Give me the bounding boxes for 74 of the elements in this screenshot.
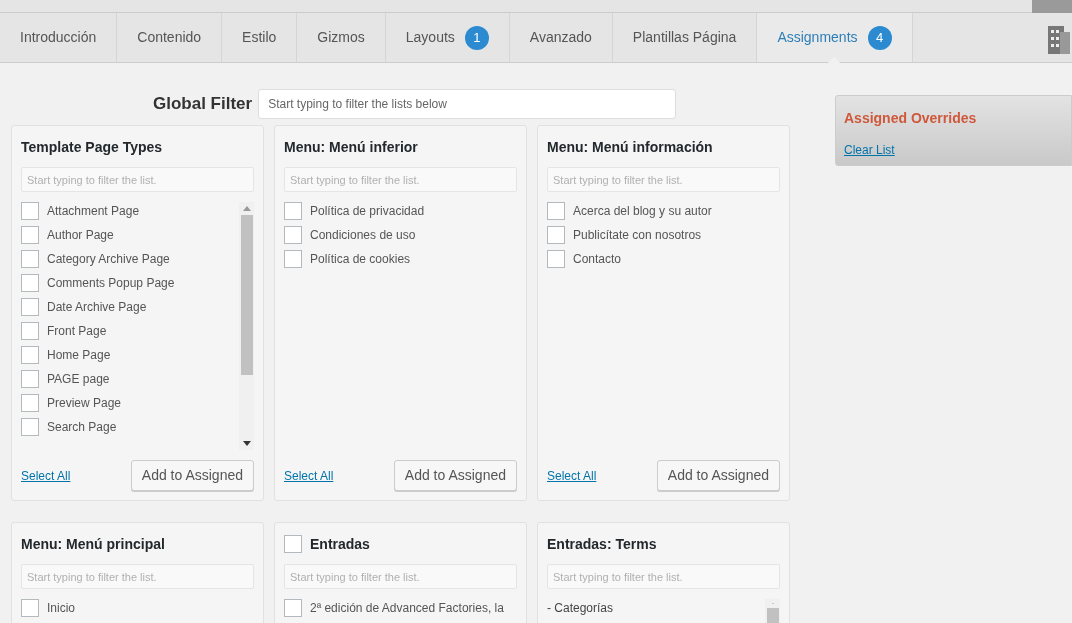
checkbox[interactable] (21, 226, 39, 244)
option-label: Preview Page (47, 395, 122, 412)
checkbox[interactable] (284, 535, 302, 553)
checkbox[interactable] (284, 226, 302, 244)
select-all-link[interactable]: Select All (547, 466, 597, 485)
option-label: Date Archive Page (47, 299, 147, 316)
global-filter-label: Global Filter (153, 93, 253, 116)
add-to-assigned-button[interactable]: Add to Assigned (130, 460, 254, 491)
tab[interactable]: Gizmos (297, 13, 386, 62)
checkbox[interactable] (21, 298, 39, 316)
panel-title: Menu: Menú inferior (284, 137, 418, 157)
filter-field[interactable]: Start typing to filter the list. (284, 564, 517, 589)
filter-field[interactable]: Start typing to filter the list. (547, 564, 780, 589)
option-label: Search Page (47, 419, 117, 436)
checkbox[interactable] (284, 599, 302, 617)
count-badge: 4 (867, 25, 892, 50)
scrollbar[interactable] (239, 202, 254, 450)
select-all-link[interactable]: Select All (284, 466, 334, 485)
option-label: Contacto (573, 251, 622, 268)
group-label: - Categorías (547, 600, 615, 617)
option-label: Política de privacidad (310, 203, 425, 220)
checkbox[interactable] (547, 226, 565, 244)
checkbox[interactable] (21, 370, 39, 388)
checkbox[interactable] (21, 346, 39, 364)
checkbox[interactable] (21, 394, 39, 412)
option-label: Front Page (47, 323, 107, 340)
tab[interactable]: Estilo (222, 13, 298, 62)
clear-list-link[interactable]: Clear List (844, 141, 895, 159)
option-label: PAGE page (47, 371, 110, 388)
option-label: Inicio (47, 600, 75, 617)
panel-title: Menu: Menú información (547, 137, 713, 157)
checkbox[interactable] (21, 274, 39, 292)
tab[interactable]: Assignments 4 (757, 13, 913, 62)
checkbox[interactable] (547, 202, 565, 220)
option-label: Author Page (47, 227, 114, 244)
checkbox[interactable] (21, 418, 39, 436)
checkbox[interactable] (21, 599, 39, 617)
panel-title: Assigned Overrides (844, 109, 978, 128)
global-filter-field[interactable]: Start typing to filter the lists below (258, 89, 677, 119)
select-all-link[interactable]: Select All (21, 466, 71, 485)
panel-title: Template Page Types (21, 137, 163, 157)
option-label: Condiciones de uso (310, 227, 416, 244)
panel-title: Entradas: Terms (547, 534, 657, 554)
count-badge: 1 (464, 25, 489, 50)
option-label: Home Page (47, 347, 111, 364)
filter-field[interactable]: Start typing to filter the list. (284, 167, 517, 192)
toolbar-strip (1032, 0, 1072, 13)
panel-title: Entradas (310, 534, 370, 554)
filter-field[interactable]: Start typing to filter the list. (547, 167, 780, 192)
checkbox[interactable] (284, 250, 302, 268)
checkbox[interactable] (21, 322, 39, 340)
option-label: 2ª edición de Advanced Factories, la (310, 600, 504, 617)
checkbox[interactable] (21, 250, 39, 268)
checkbox[interactable] (547, 250, 565, 268)
checkbox[interactable] (284, 202, 302, 220)
option-label: Publicítate con nosotros (573, 227, 702, 244)
scrollbar-thumb[interactable] (240, 215, 253, 375)
add-to-assigned-button[interactable]: Add to Assigned (656, 460, 780, 491)
scroll-up-icon[interactable] (242, 206, 251, 211)
tab[interactable]: Avanzado (509, 13, 613, 62)
tab[interactable]: Contenido (117, 13, 223, 62)
add-to-assigned-button[interactable]: Add to Assigned (393, 460, 517, 491)
option-label: Acerca del blog y su autor (573, 203, 712, 220)
panel-title: Menu: Menú principal (21, 534, 165, 554)
tab[interactable]: Introducción (0, 13, 118, 62)
filter-field[interactable]: Start typing to filter the list. (21, 167, 254, 192)
option-label: Category Archive Page (47, 251, 170, 268)
tab[interactable]: Layouts 1 (385, 13, 510, 62)
checkbox[interactable] (21, 202, 39, 220)
scroll-down-icon[interactable] (242, 441, 251, 446)
option-label: Attachment Page (47, 203, 140, 220)
filter-field[interactable]: Start typing to filter the list. (21, 564, 254, 589)
option-label: Política de cookies (310, 251, 411, 268)
option-label: Comments Popup Page (47, 275, 175, 292)
